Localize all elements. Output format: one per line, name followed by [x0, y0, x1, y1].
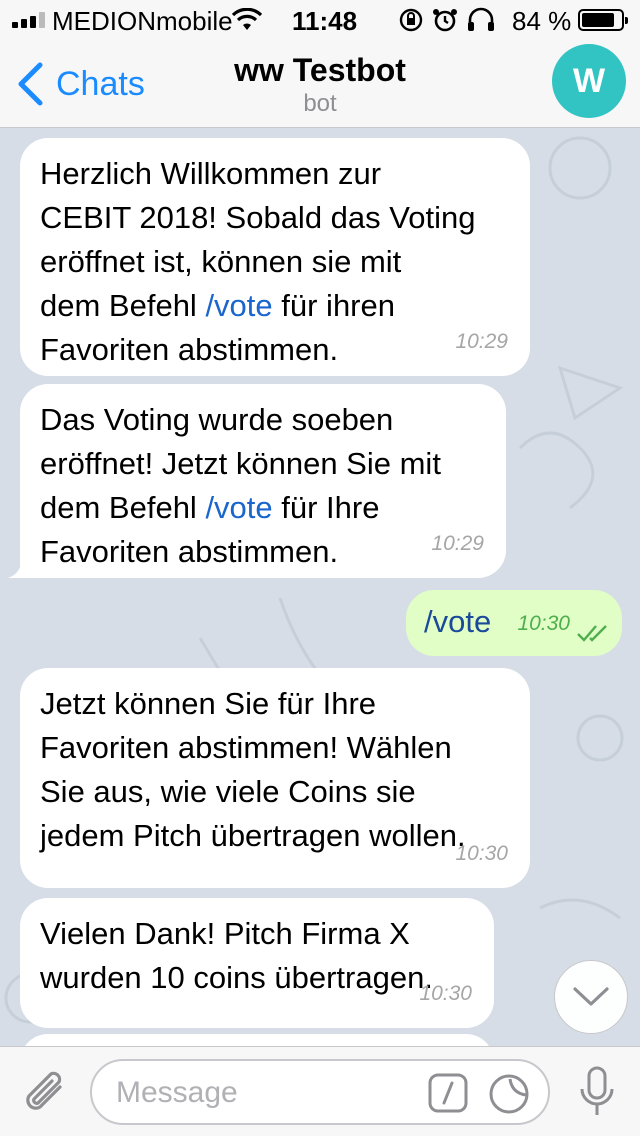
message-input-bar — [0, 1046, 640, 1136]
message-time: 10:30 — [419, 982, 472, 1005]
message-time: 10:30 — [517, 612, 570, 635]
battery-icon — [578, 9, 628, 31]
sticker-icon[interactable] — [488, 1073, 530, 1115]
incoming-message-partial[interactable] — [20, 1034, 494, 1046]
microphone-icon[interactable] — [578, 1065, 616, 1119]
message-field[interactable] — [90, 1059, 550, 1125]
attach-paperclip-icon[interactable] — [22, 1067, 68, 1117]
alarm-icon — [433, 9, 457, 32]
bot-command-icon[interactable] — [428, 1073, 468, 1113]
headphones-icon — [468, 7, 494, 31]
message-text: Jetzt können Sie für Ihre Favoriten abst… — [40, 686, 466, 853]
incoming-message[interactable]: Herzlich Willkommen zur CEBIT 2018! Soba… — [20, 138, 530, 376]
incoming-message[interactable]: Jetzt können Sie für Ihre Favoriten abst… — [20, 668, 530, 888]
message-time: 10:29 — [455, 330, 508, 353]
bubble-tail — [8, 560, 28, 578]
chat-subtitle: bot — [303, 90, 337, 117]
outgoing-message[interactable]: /vote 10:30 — [406, 590, 622, 656]
message-time: 10:29 — [431, 532, 484, 555]
scroll-down-chevron-icon — [573, 987, 609, 1006]
message-text: /vote — [424, 604, 492, 639]
message-list[interactable]: Herzlich Willkommen zur CEBIT 2018! Soba… — [0, 128, 640, 1046]
message-input[interactable] — [116, 1071, 416, 1115]
command-link[interactable]: /vote — [205, 490, 272, 525]
chat-title[interactable]: ww Testbot — [0, 52, 640, 89]
battery-percentage: 84 % — [512, 6, 572, 36]
message-text: Herzlich Willkommen zur CEBIT 2018! Soba… — [40, 156, 476, 367]
clock: 11:48 — [292, 6, 358, 36]
signal-strength-icon — [12, 12, 45, 28]
message-time: 10:30 — [455, 842, 508, 865]
message-text: Das Voting wurde soeben eröffnet! Jetzt … — [40, 402, 441, 569]
incoming-message[interactable]: Das Voting wurde soeben eröffnet! Jetzt … — [20, 384, 506, 578]
read-checkmarks-icon — [577, 625, 607, 642]
incoming-message[interactable]: Vielen Dank! Pitch Firma X wurden 10 coi… — [20, 898, 494, 1028]
status-bar: MEDIONmobile 11:48 84 % — [0, 0, 640, 40]
wifi-icon — [232, 8, 262, 30]
scroll-to-bottom-button[interactable] — [554, 960, 628, 1034]
avatar[interactable]: W — [552, 44, 626, 118]
carrier-name: MEDIONmobile — [52, 6, 233, 36]
navigation-bar: Chats ww Testbot bot W — [0, 40, 640, 128]
command-link[interactable]: /vote — [205, 288, 272, 323]
rotation-lock-icon — [399, 8, 423, 32]
message-text: Vielen Dank! Pitch Firma X wurden 10 coi… — [40, 916, 433, 995]
